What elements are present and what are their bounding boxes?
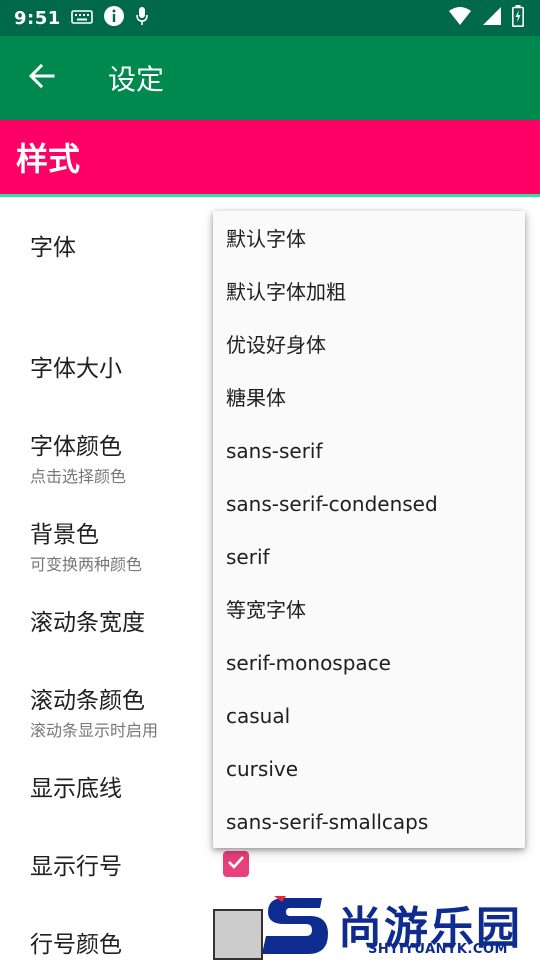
status-time: 9:51	[14, 7, 61, 29]
section-divider	[0, 194, 540, 197]
font-option[interactable]: 默认字体加粗	[213, 266, 525, 319]
status-bar: 9:51	[0, 0, 540, 36]
font-option[interactable]: 糖果体	[213, 372, 525, 425]
check-icon	[226, 852, 246, 876]
pref-title: 字体	[30, 235, 76, 261]
pref-title: 字体大小	[30, 356, 122, 382]
signal-icon	[482, 6, 502, 30]
pref-font-color[interactable]: 字体颜色 点击选择颜色	[30, 427, 126, 487]
page-title: 设定	[108, 63, 165, 96]
font-option[interactable]: serif	[213, 531, 525, 584]
pref-show-line-number[interactable]: 显示行号	[30, 847, 122, 881]
watermark-logo: 尚游乐园 SHYIYUANYK.COM	[262, 890, 540, 960]
show-line-number-checkbox[interactable]	[223, 851, 249, 877]
font-dropdown-menu: 默认字体 默认字体加粗 优设好身体 糖果体 sans-serif sans-se…	[213, 211, 525, 848]
logo-s-icon	[262, 894, 332, 962]
pref-scrollbar-color[interactable]: 滚动条颜色 滚动条显示时启用	[30, 681, 158, 741]
pref-show-underline[interactable]: 显示底线	[30, 769, 122, 803]
pref-title: 滚动条颜色	[30, 688, 145, 714]
font-option[interactable]: 默认字体	[213, 213, 525, 266]
watermark-url: SHYIYUANYK.COM	[368, 942, 508, 957]
pref-title: 滚动条宽度	[30, 610, 145, 636]
line-number-color-swatch[interactable]	[213, 909, 263, 960]
font-option[interactable]: 优设好身体	[213, 319, 525, 372]
pref-title: 背景色	[30, 522, 99, 548]
wifi-icon	[448, 6, 472, 30]
pref-title: 显示底线	[30, 776, 122, 802]
pref-summary: 可变换两种颜色	[30, 555, 143, 574]
font-option[interactable]: serif-monospace	[213, 637, 525, 690]
arrow-back-icon	[28, 63, 55, 93]
pref-font-size[interactable]: 字体大小	[30, 349, 122, 383]
pref-background-color[interactable]: 背景色 可变换两种颜色	[30, 515, 142, 575]
font-option[interactable]: casual	[213, 690, 525, 743]
app-bar: 设定	[0, 36, 540, 120]
font-option[interactable]: sans-serif	[213, 425, 525, 478]
keyboard-icon	[70, 9, 93, 28]
font-option[interactable]: sans-serif-condensed	[213, 478, 525, 531]
font-option[interactable]: sans-serif-smallcaps	[213, 796, 525, 849]
pref-title: 行号颜色	[30, 932, 122, 958]
info-icon	[103, 5, 125, 31]
back-button[interactable]	[14, 50, 70, 106]
section-title: 样式	[16, 140, 81, 178]
font-option[interactable]: cursive	[213, 743, 525, 796]
battery-charging-icon	[512, 5, 524, 31]
pref-title: 显示行号	[30, 854, 122, 880]
pref-summary: 滚动条显示时启用	[30, 721, 159, 740]
font-option[interactable]: 等宽字体	[213, 584, 525, 637]
microphone-icon	[135, 6, 149, 30]
pref-title: 字体颜色	[30, 434, 122, 460]
pref-scrollbar-width[interactable]: 滚动条宽度	[30, 603, 145, 637]
pref-summary: 点击选择颜色	[30, 467, 127, 486]
section-header: 样式	[0, 120, 540, 194]
pref-line-number-color[interactable]: 行号颜色	[30, 925, 122, 959]
pref-font[interactable]: 字体	[30, 228, 76, 262]
